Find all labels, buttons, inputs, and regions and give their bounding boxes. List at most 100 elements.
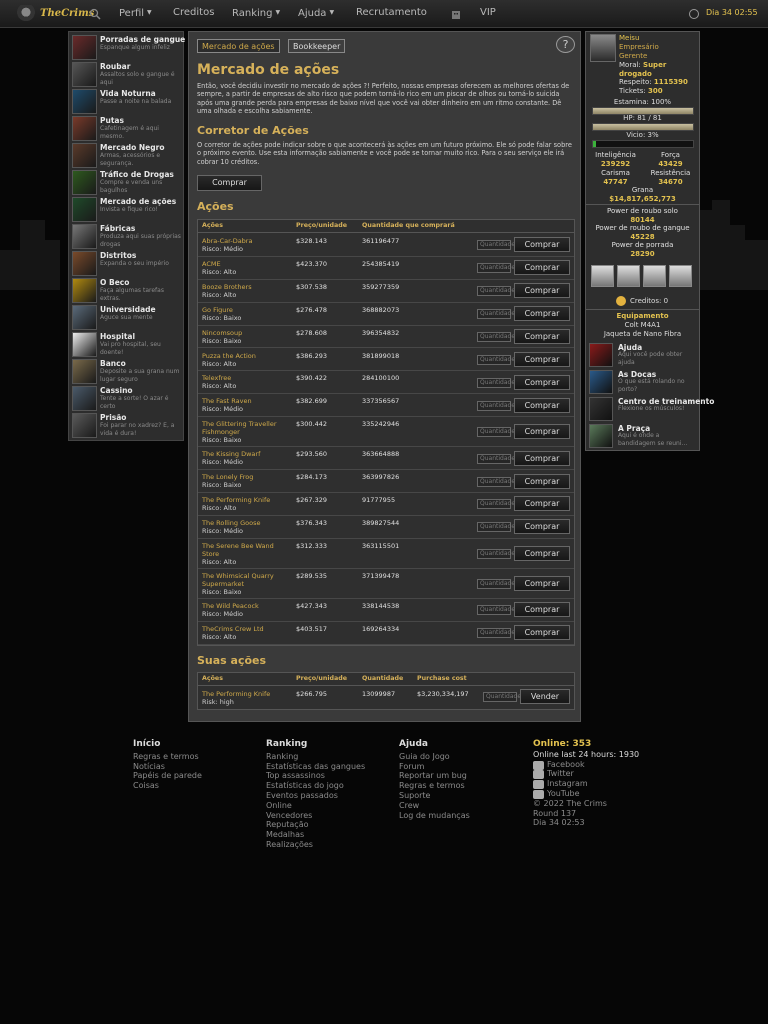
footer-link[interactable]: Suporte [399,791,470,801]
stock-name[interactable]: TheCrims Crew Ltd [202,625,290,633]
buy-qty-input[interactable]: Quantidade [477,332,515,343]
footer-link[interactable]: Notícias [133,762,202,772]
sidebar-item[interactable]: O Beco Faça algumas tarefas extras. [71,277,183,304]
building-icon[interactable] [451,9,461,19]
nav-vip[interactable]: VIP [480,0,496,28]
stock-name[interactable]: Puzza the Action [202,352,290,360]
buy-qty-input[interactable]: Quantidade [477,377,515,388]
footer-link[interactable]: Papéis de parede [133,771,202,781]
stock-name[interactable]: The Whimsical Quarry Supermarket [202,572,290,588]
buy-button[interactable]: Comprar [514,329,570,345]
buy-qty-input[interactable]: Quantidade [477,499,515,510]
sell-qty-input[interactable]: Quantidade [483,692,521,702]
footer-link[interactable]: Crew [399,801,470,811]
sidebar-item[interactable]: Tráfico de Drogas Compre e venda uns bagu… [71,169,183,196]
buy-qty-input[interactable]: Quantidade [477,240,515,251]
sidebar-item[interactable]: Putas Cafetinagem é aqui mesmo. [71,115,183,142]
sidebar-item[interactable]: Universidade Aguce sua mente [71,304,183,331]
buy-button[interactable]: Comprar [514,625,570,641]
sidebar-item[interactable]: Hospital Vai pro hospital, seu doente! [71,331,183,358]
footer-link[interactable]: Medalhas [266,830,365,840]
footer-link[interactable]: Estatísticas do jogo [266,781,365,791]
avatar[interactable] [590,34,616,62]
buy-qty-input[interactable]: Quantidade [477,628,515,639]
sidebar-item[interactable]: Banco Deposite a sua grana num lugar segu… [71,358,183,385]
buy-qty-input[interactable]: Quantidade [477,400,515,411]
footer-link[interactable]: Forum [399,762,470,772]
social-link[interactable]: YouTube [533,789,639,799]
search-icon[interactable] [89,8,101,20]
site-logo[interactable]: TheCrims [14,2,94,26]
buy-qty-input[interactable]: Quantidade [477,578,515,589]
sell-button[interactable]: Vender [520,689,570,704]
buy-button[interactable]: Comprar [514,545,570,561]
nav-creditos[interactable]: Creditos [173,0,214,28]
location-item[interactable]: A Praça Aqui é onde a bandidagem se reuni… [588,423,699,448]
stock-name[interactable]: Go Figure [202,306,290,314]
buy-qty-input[interactable]: Quantidade [477,548,515,559]
buy-button[interactable]: Comprar [514,351,570,367]
social-link[interactable]: Instagram [533,779,639,790]
social-link[interactable]: Facebook [533,760,639,770]
location-item[interactable]: As Docas O que está rolando no porto? [588,369,699,394]
buy-button[interactable]: Comprar [514,283,570,299]
buy-button[interactable]: Comprar [514,374,570,390]
footer-link[interactable]: Realizações [266,840,365,850]
sidebar-item[interactable]: Prisão Foi parar no xadrez? É, a vida é d… [71,412,183,439]
location-item[interactable]: Ajuda Aqui você pode obter ajuda [588,342,699,367]
stock-name[interactable]: The Fast Raven [202,397,290,405]
buy-qty-input[interactable]: Quantidade [477,476,515,487]
buy-button[interactable]: Comprar [514,397,570,413]
buy-qty-input[interactable]: Quantidade [477,354,515,365]
buy-qty-input[interactable]: Quantidade [477,286,515,297]
stock-name[interactable]: The Performing Knife [202,690,290,698]
buy-qty-input[interactable]: Quantidade [477,522,515,533]
social-link[interactable]: Twitter [533,769,639,780]
location-item[interactable]: Centro de treinamento Flexione os músculo… [588,396,714,421]
buy-button[interactable]: Comprar [514,602,570,618]
credits-count[interactable]: Creditos: 0 [630,297,668,306]
buy-button[interactable]: Comprar [514,260,570,276]
footer-link[interactable]: Regras e termos [133,752,202,762]
sidebar-item[interactable]: Vida Noturna Passe a noite na balada [71,88,183,115]
stock-name[interactable]: Booze Brothers [202,283,290,291]
documents-icon[interactable] [617,265,640,287]
stock-name[interactable]: The Rolling Goose [202,519,290,527]
stock-name[interactable]: The Lonely Frog [202,473,290,481]
buy-button[interactable]: Comprar [514,496,570,512]
buy-button[interactable]: Comprar [514,575,570,591]
footer-link[interactable]: Log de mudanças [399,811,470,821]
footer-link[interactable]: Top assassinos [266,771,365,781]
sidebar-item[interactable]: Distritos Expanda o seu império [71,250,183,277]
inventory-icon[interactable] [591,265,614,287]
stock-name[interactable]: Abra-Car-Dabra [202,237,290,245]
buy-qty-input[interactable]: Quantidade [477,427,515,438]
tab-stock-market[interactable]: Mercado de ações [197,39,280,53]
tab-bookkeeper[interactable]: Bookkeeper [288,39,346,53]
nav-perfil[interactable]: Perfil ▼ [119,0,152,28]
buy-qty-input[interactable]: Quantidade [477,453,515,464]
nav-ranking[interactable]: Ranking ▼ [232,0,280,28]
footer-link[interactable]: Guia do Jogo [399,752,470,762]
footer-link[interactable]: Ranking [266,752,365,762]
nav-ajuda[interactable]: Ajuda ▼ [298,0,334,28]
help-button[interactable]: ? [556,36,575,53]
sidebar-item[interactable]: Roubar Assaltos solo e gangue é aqui [71,61,183,88]
sidebar-item[interactable]: Mercado de ações Invista e fique rico! [71,196,183,223]
stock-name[interactable]: The Kissing Dwarf [202,450,290,458]
gang-icon[interactable] [669,265,692,287]
buy-button[interactable]: Comprar [514,237,570,253]
stock-name[interactable]: The Glittering Traveller Fishmonger [202,420,290,436]
footer-link[interactable]: Coisas [133,781,202,791]
buy-button[interactable]: Comprar [514,306,570,322]
profile-name[interactable]: Meisu [619,34,639,43]
footer-link[interactable]: Online [266,801,365,811]
stock-name[interactable]: ACME [202,260,290,268]
buy-qty-input[interactable]: Quantidade [477,263,515,274]
stock-name[interactable]: The Wild Peacock [202,602,290,610]
footer-link[interactable]: Reportar um bug [399,771,470,781]
buy-button[interactable]: Comprar [514,473,570,489]
nav-recrutamento[interactable]: Recrutamento [356,0,427,28]
friends-icon[interactable] [643,265,666,287]
sidebar-item[interactable]: Porradas de gangue Espanque algum infeliz [71,34,185,61]
